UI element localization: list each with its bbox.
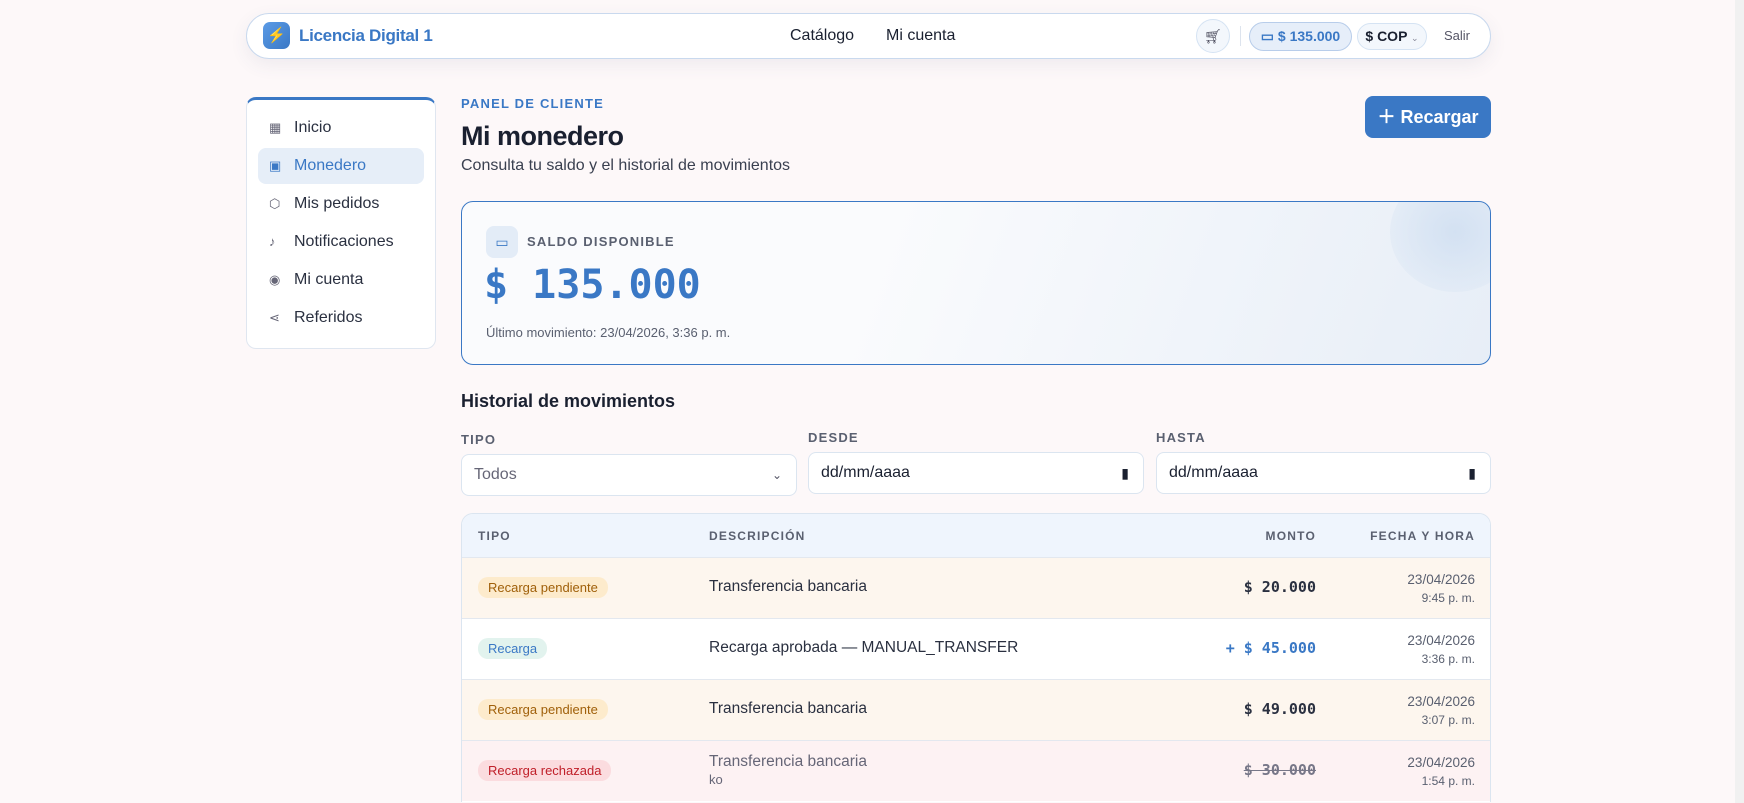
last-movement: Último movimiento: 23/04/2026, 3:36 p. m… xyxy=(486,325,731,340)
row-amount: $ 49.000 xyxy=(1243,700,1316,718)
row-description: Recarga aprobada — MANUAL_TRANSFER xyxy=(709,639,1019,656)
row-date: 23/04/2026 xyxy=(1407,633,1475,648)
row-datetime: 23/04/2026 3:07 p. m. xyxy=(1407,692,1475,730)
table-row[interactable]: Recarga pendiente Transferencia bancaria… xyxy=(462,679,1490,740)
row-description: Transferencia bancaria xyxy=(709,578,867,595)
balance-value: $ 135.000 xyxy=(1277,28,1341,44)
row-date: 23/04/2026 xyxy=(1407,572,1475,587)
share-icon: ⋖ xyxy=(269,310,280,325)
chevron-down-icon: ⌄ xyxy=(1411,33,1419,43)
history-title: Historial de movimientos xyxy=(461,391,676,411)
page-title: Mi monedero xyxy=(461,121,624,151)
sidebar-item-label: Notificaciones xyxy=(294,233,394,250)
nav-mi-cuenta[interactable]: Mi cuenta xyxy=(886,27,955,45)
bell-icon: ♪ xyxy=(269,234,276,249)
from-date-value: dd/mm/aaaa xyxy=(821,464,910,481)
status-badge: Recarga pendiente xyxy=(478,577,608,598)
chevron-down-icon: ⌄ xyxy=(771,468,782,482)
bolt-logo-icon: ⚡ xyxy=(263,22,290,49)
plus-icon: ＋ xyxy=(1377,107,1401,127)
row-amount: $ 30.000 xyxy=(1243,761,1316,779)
table-row[interactable]: Recarga Recarga aprobada — MANUAL_TRANSF… xyxy=(462,618,1490,679)
sidebar-item-notificaciones[interactable]: ♪ Notificaciones xyxy=(258,224,424,260)
sidebar: ▦ Inicio ▣ Monedero ⬡ Mis pedidos ♪ Notifica… xyxy=(246,97,436,349)
row-time: 1:54 p. m. xyxy=(1421,774,1475,788)
box-icon: ⬡ xyxy=(269,196,281,211)
sidebar-item-label: Monedero xyxy=(294,157,367,174)
row-datetime: 23/04/2026 9:45 p. m. xyxy=(1407,570,1475,608)
column-header-monto: MONTO xyxy=(1265,529,1316,543)
cart-button[interactable]: 🛒︎ xyxy=(1196,19,1230,53)
row-description: Transferencia bancaria xyxy=(709,753,867,770)
row-note: ko xyxy=(709,772,723,787)
column-header-fecha: FECHA Y HORA xyxy=(1370,529,1475,543)
row-time: 3:36 p. m. xyxy=(1421,652,1475,666)
status-badge: Recarga rechazada xyxy=(478,760,612,781)
divider xyxy=(1240,26,1241,46)
balance-label: SALDO DISPONIBLE xyxy=(527,234,675,249)
recharge-label: Recargar xyxy=(1400,107,1479,127)
sidebar-item-label: Referidos xyxy=(294,309,363,326)
sidebar-item-referidos[interactable]: ⋖ Referidos xyxy=(258,300,424,336)
balance-card: ▭ SALDO DISPONIBLE $ 135.000 Último movi… xyxy=(461,201,1491,365)
recharge-button[interactable]: ＋ Recargar xyxy=(1365,96,1491,138)
top-header: ⚡ Licencia Digital 1 Catálogo Mi cuenta … xyxy=(246,13,1491,59)
sidebar-item-mi-cuenta[interactable]: ◉ Mi cuenta xyxy=(258,262,424,298)
grid-icon: ▦ xyxy=(269,120,282,135)
wallet-icon: ▣ xyxy=(269,158,282,173)
column-header-descripcion: DESCRIPCIÓN xyxy=(709,529,806,543)
column-header-tipo: TIPO xyxy=(478,529,511,543)
sidebar-item-pedidos[interactable]: ⬡ Mis pedidos xyxy=(258,186,424,222)
user-circle-icon: ◉ xyxy=(269,272,281,287)
from-filter-label: DESDE xyxy=(808,430,859,445)
balance-pill[interactable]: ▭ $ 135.000 xyxy=(1249,22,1352,51)
sidebar-item-label: Mis pedidos xyxy=(294,195,380,212)
to-date-value: dd/mm/aaaa xyxy=(1169,464,1258,481)
type-select[interactable]: Todos ⌄ xyxy=(461,454,797,496)
table-row[interactable]: Recarga pendiente Transferencia bancaria… xyxy=(462,557,1490,618)
sidebar-item-label: Mi cuenta xyxy=(294,271,364,288)
row-datetime: 23/04/2026 3:36 p. m. xyxy=(1407,631,1475,669)
row-time: 9:45 p. m. xyxy=(1421,591,1475,605)
row-date: 23/04/2026 xyxy=(1407,755,1475,770)
balance-amount: $ 135.000 xyxy=(484,262,701,308)
logout-link[interactable]: Salir xyxy=(1444,28,1470,43)
currency-select[interactable]: $ COP ⌄ xyxy=(1357,23,1427,50)
brand-name[interactable]: Licencia Digital 1 xyxy=(299,26,433,46)
table-row[interactable]: Recarga rechazada Transferencia bancaria… xyxy=(462,740,1490,801)
nav-catalogo[interactable]: Catálogo xyxy=(790,27,854,45)
calendar-icon[interactable]: ▮ xyxy=(1121,453,1129,493)
row-time: 3:07 p. m. xyxy=(1421,713,1475,727)
card-icon: ▭ xyxy=(486,226,518,258)
sidebar-item-label: Inicio xyxy=(294,119,332,136)
to-date-input[interactable]: dd/mm/aaaa ▮ xyxy=(1156,452,1491,494)
row-date: 23/04/2026 xyxy=(1407,694,1475,709)
status-badge: Recarga xyxy=(478,638,548,659)
sidebar-item-inicio[interactable]: ▦ Inicio xyxy=(258,110,424,146)
cart-icon: 🛒︎ xyxy=(1204,28,1222,44)
calendar-icon[interactable]: ▮ xyxy=(1468,453,1476,493)
row-amount: $ 20.000 xyxy=(1243,578,1316,596)
status-badge: Recarga pendiente xyxy=(478,699,608,720)
decorative-glow xyxy=(1390,202,1490,292)
type-filter-label: TIPO xyxy=(461,432,497,447)
sidebar-item-monedero[interactable]: ▣ Monedero xyxy=(258,148,424,184)
currency-value: $ COP xyxy=(1365,28,1408,44)
row-amount: + $ 45.000 xyxy=(1225,639,1316,657)
to-filter-label: HASTA xyxy=(1156,430,1206,445)
page-subtitle: Consulta tu saldo y el historial de movi… xyxy=(461,157,791,174)
row-datetime: 23/04/2026 1:54 p. m. xyxy=(1407,753,1475,791)
card-icon: ▭ xyxy=(1260,28,1278,44)
movements-table: TIPO DESCRIPCIÓN MONTO FECHA Y HORA Reca… xyxy=(461,513,1491,802)
scrollbar[interactable] xyxy=(1735,0,1744,803)
type-select-value: Todos xyxy=(474,466,517,483)
from-date-input[interactable]: dd/mm/aaaa ▮ xyxy=(808,452,1144,494)
row-description: Transferencia bancaria xyxy=(709,700,867,717)
table-header: TIPO DESCRIPCIÓN MONTO FECHA Y HORA xyxy=(462,514,1490,557)
eyebrow: PANEL DE CLIENTE xyxy=(461,96,604,111)
